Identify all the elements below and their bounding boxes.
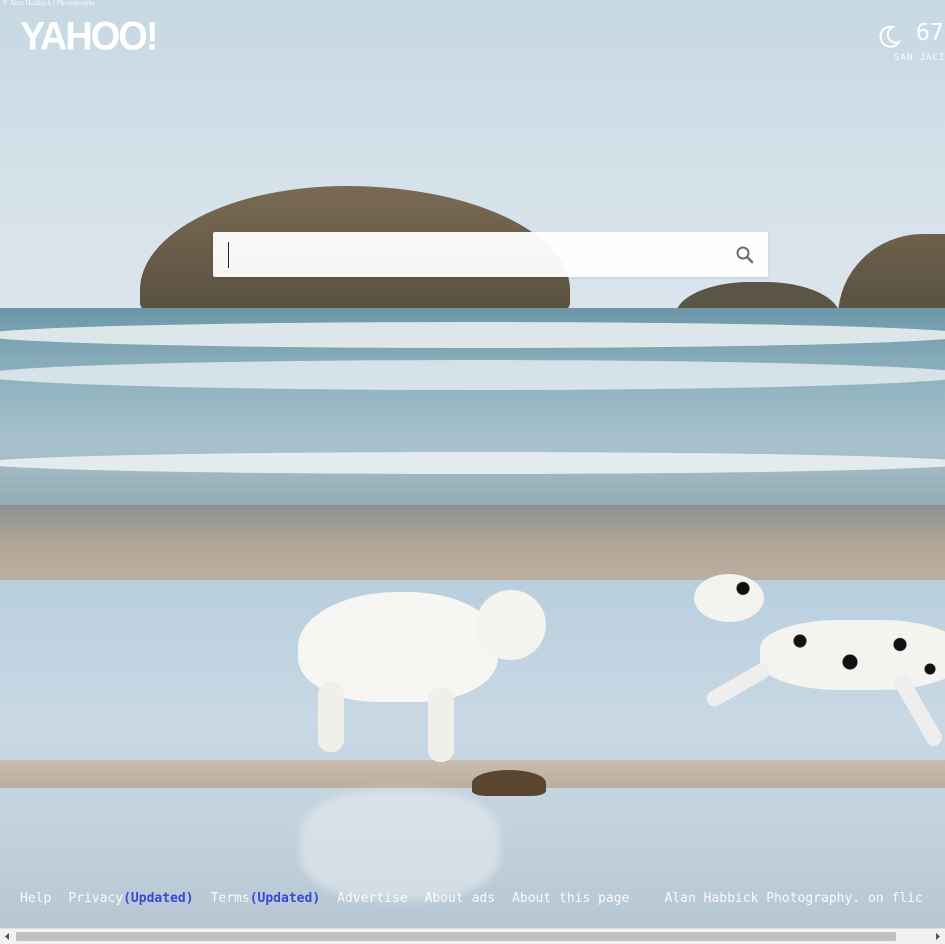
footer-privacy-link[interactable]: Privacy(Updated): [68, 891, 193, 906]
privacy-updated-badge: (Updated): [123, 891, 194, 906]
privacy-label: Privacy: [68, 891, 124, 906]
background-photo: [0, 0, 945, 928]
weather-city: SAN JACIN: [894, 53, 945, 63]
terms-label: Terms: [210, 891, 250, 906]
footer-advertise-link[interactable]: Advertise: [337, 891, 407, 906]
search-input[interactable]: [227, 240, 711, 270]
horizontal-scrollbar[interactable]: [0, 928, 945, 944]
footer-about-page-link[interactable]: About this page: [512, 891, 629, 906]
moon-icon: [879, 25, 902, 48]
footer-terms-link[interactable]: Terms(Updated): [211, 891, 321, 906]
search-box: [213, 232, 768, 277]
text-cursor: [228, 242, 229, 268]
footer-links: Help Privacy(Updated) Terms(Updated) Advert…: [20, 891, 923, 909]
terms-updated-badge: (Updated): [249, 891, 321, 906]
scrollbar-thumb[interactable]: [16, 932, 896, 941]
chevron-right-icon[interactable]: [931, 929, 945, 944]
photo-credit-top: © Alan Habbick | Photography: [2, 0, 96, 7]
weather-temperature: 67: [916, 20, 944, 46]
search-icon[interactable]: [735, 245, 755, 265]
chevron-left-icon[interactable]: [0, 929, 14, 944]
footer-help-link[interactable]: Help: [20, 891, 51, 906]
footer-photo-credit-link[interactable]: Alan Habbick Photography. on flic: [664, 891, 922, 906]
footer-about-ads-link[interactable]: About ads: [425, 891, 495, 906]
yahoo-logo[interactable]: YAHOO!: [20, 15, 159, 60]
